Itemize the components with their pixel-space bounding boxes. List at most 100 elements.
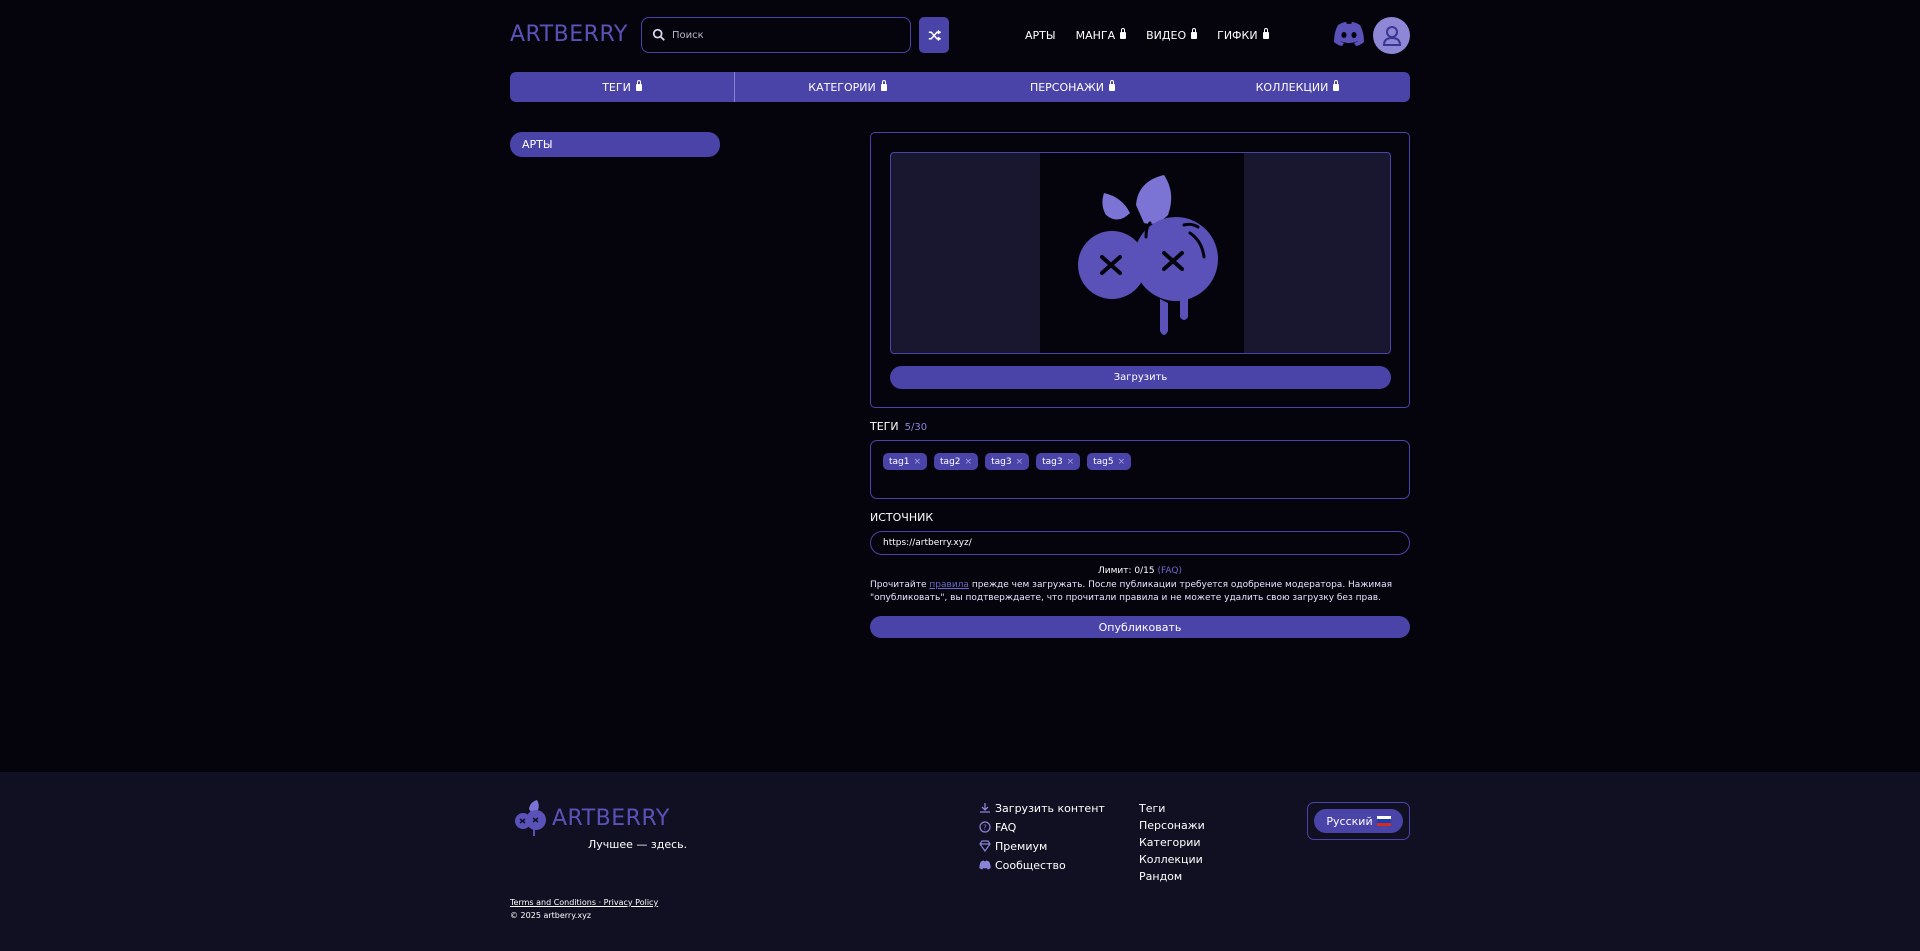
search-input[interactable] (672, 29, 892, 41)
limit-text: Лимит: 0/15 (1098, 566, 1155, 576)
nav-gifs[interactable]: ГИФКИ (1217, 28, 1269, 42)
footer: ARTBERRY Лучшее — здесь. Загрузить конте… (0, 772, 1920, 951)
tag-label: tag2 (940, 456, 961, 467)
notice-text: Прочитайте (870, 580, 930, 590)
upload-panel: Загрузить (870, 132, 1410, 408)
nav-arty[interactable]: АРТЫ (1025, 29, 1056, 42)
random-button[interactable] (919, 17, 949, 53)
tab-categories-label: КАТЕГОРИИ (808, 80, 876, 94)
footer-tagline: Лучшее — здесь. (588, 838, 688, 851)
lock-icon (1262, 28, 1269, 39)
lock-icon (880, 79, 887, 91)
nav-gifs-label: ГИФКИ (1217, 29, 1258, 42)
upload-button[interactable]: Загрузить (890, 366, 1391, 389)
search-bar[interactable] (641, 17, 911, 53)
footer-logo-text: ARTBERRY (552, 805, 670, 831)
nav-video-label: ВИДЕО (1146, 29, 1187, 42)
close-icon[interactable]: × (965, 457, 973, 467)
language-label: Русский (1326, 814, 1373, 828)
download-icon (980, 803, 990, 813)
tag-chip: tag3 × (985, 453, 1030, 470)
content-type-select[interactable]: АРТЫ (510, 132, 720, 157)
close-icon[interactable]: × (1016, 457, 1024, 467)
tab-characters[interactable]: ПЕРСОНАЖИ (960, 72, 1185, 102)
footer-link-label: FAQ (995, 820, 1017, 834)
category-bar: ТЕГИ КАТЕГОРИИ ПЕРСОНАЖИ КОЛЛЕКЦИИ (510, 72, 1410, 102)
tag-label: tag5 (1093, 456, 1114, 467)
faq-link[interactable]: (FAQ) (1158, 566, 1182, 576)
search-icon (652, 28, 665, 41)
footer-link-faq[interactable]: ? FAQ (979, 820, 1105, 834)
close-icon[interactable]: × (913, 457, 921, 467)
footer-link-label: Премиум (995, 839, 1048, 853)
user-avatar[interactable] (1373, 17, 1410, 54)
tag-chip: tag2 × (934, 453, 979, 470)
question-icon: ? (979, 821, 991, 833)
header: ARTBERRY АРТЫ МАНГА ВИДЕО ГИФКИ (510, 17, 1410, 55)
tags-count: 5/30 (904, 422, 928, 433)
russia-flag-icon (1376, 816, 1391, 826)
nav-manga[interactable]: МАНГА (1075, 28, 1127, 42)
language-selector: Русский (1307, 802, 1410, 840)
language-button[interactable]: Русский (1314, 809, 1403, 833)
copyright: © 2025 artberry.xyz (510, 911, 592, 920)
footer-link-label: Загрузить контент (995, 801, 1105, 815)
footer-link-characters[interactable]: Персонажи (1139, 819, 1205, 832)
tag-chip: tag3 × (1036, 453, 1081, 470)
tag-label: tag3 (991, 456, 1012, 467)
site-logo[interactable]: ARTBERRY (510, 22, 628, 47)
tab-tags-label: ТЕГИ (602, 80, 631, 94)
footer-link-premium[interactable]: Премиум (979, 839, 1105, 853)
preview-image (1040, 153, 1244, 353)
footer-links-secondary: Теги Персонажи Категории Коллекции Рандо… (1139, 802, 1205, 883)
discord-icon[interactable] (1333, 21, 1365, 47)
upload-limit: Лимит: 0/15 (FAQ) (870, 566, 1410, 576)
tab-characters-label: ПЕРСОНАЖИ (1029, 80, 1105, 94)
tags-input[interactable]: tag1 × tag2 × tag3 × tag3 × tag5 × (870, 440, 1410, 499)
tag-chip: tag5 × (1087, 453, 1132, 470)
close-icon[interactable]: × (1118, 457, 1126, 467)
lock-icon (1191, 28, 1198, 39)
image-preview[interactable] (890, 152, 1391, 354)
nav-manga-label: МАНГА (1075, 29, 1116, 42)
discord-icon (979, 860, 991, 870)
user-icon (1382, 25, 1401, 46)
footer-link-label: Сообщество (995, 858, 1066, 872)
diamond-icon (979, 840, 991, 852)
close-icon[interactable]: × (1067, 457, 1075, 467)
rules-notice: Прочитайте правила прежде чем загружать.… (870, 579, 1410, 605)
footer-link-categories[interactable]: Категории (1139, 836, 1205, 849)
tag-chip: tag1 × (883, 453, 928, 470)
nav-arty-label: АРТЫ (1025, 29, 1056, 42)
footer-link-community[interactable]: Сообщество (979, 858, 1105, 872)
publish-button[interactable]: Опубликовать (870, 616, 1410, 638)
tag-label: tag1 (889, 456, 910, 467)
lock-icon (1109, 79, 1116, 91)
lock-icon (1120, 28, 1127, 39)
tag-label: tag3 (1042, 456, 1063, 467)
lock-icon (1333, 79, 1340, 91)
blueberry-icon (1078, 175, 1218, 335)
svg-text:?: ? (983, 824, 987, 832)
footer-links-primary: Загрузить контент ? FAQ Премиум Сообщест… (979, 801, 1105, 872)
terms-link[interactable]: Terms and Conditions · Privacy Policy (510, 898, 658, 907)
tags-heading: ТЕГИ 5/30 (870, 420, 927, 433)
footer-link-random[interactable]: Рандом (1139, 870, 1205, 883)
nav-video[interactable]: ВИДЕО (1146, 28, 1198, 42)
rules-link[interactable]: правила (929, 580, 969, 590)
top-nav: АРТЫ МАНГА ВИДЕО ГИФКИ (1025, 28, 1269, 42)
lock-icon (635, 79, 642, 91)
tab-collections[interactable]: КОЛЛЕКЦИИ (1185, 72, 1410, 102)
tab-categories[interactable]: КАТЕГОРИИ (735, 72, 960, 102)
source-input[interactable] (870, 531, 1410, 555)
tab-tags[interactable]: ТЕГИ (510, 72, 735, 102)
tags-title: ТЕГИ (870, 420, 899, 433)
shuffle-icon (928, 29, 941, 41)
footer-logo[interactable]: ARTBERRY (512, 799, 670, 837)
source-heading: ИСТОЧНИК (870, 511, 934, 524)
footer-link-collections[interactable]: Коллекции (1139, 853, 1205, 866)
footer-link-tags[interactable]: Теги (1139, 802, 1205, 815)
footer-link-upload[interactable]: Загрузить контент (979, 801, 1105, 815)
tab-collections-label: КОЛЛЕКЦИИ (1255, 80, 1329, 94)
blueberry-icon (515, 800, 546, 836)
